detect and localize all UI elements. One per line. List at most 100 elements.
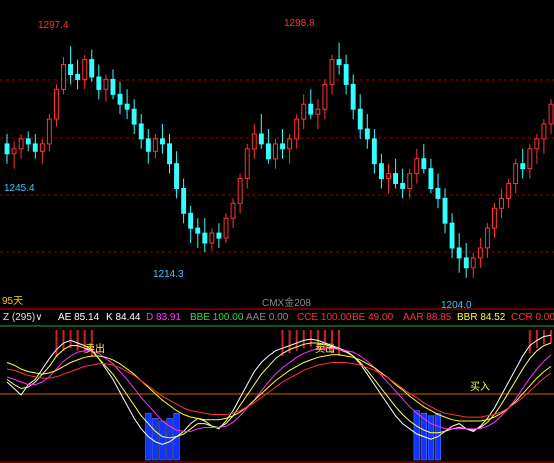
indicator-buy-bar: [413, 410, 420, 461]
indicator-legend-item: AE 85.14: [58, 312, 100, 323]
candle-body: [25, 138, 31, 145]
candle-body: [477, 247, 483, 259]
candle-body: [39, 143, 45, 152]
candle-body: [428, 168, 434, 189]
candle-body: [160, 138, 165, 145]
candle-body: [209, 232, 215, 244]
candle-body: [251, 133, 257, 150]
candle-body: [287, 138, 293, 150]
sell-signal-label: 卖出: [85, 342, 105, 355]
candle-body: [244, 148, 250, 180]
price-chart: 1297.4 1298.8 1245.4 1214.3 1204.0 95天 C…: [0, 18, 554, 463]
candle-body: [266, 143, 271, 160]
candle-body: [485, 227, 490, 249]
indicator-legend-item: BBR 84.52: [457, 312, 506, 323]
indicator-legend-item: AAE 0.00: [246, 312, 289, 323]
price-low-label: 1245.4: [4, 183, 35, 194]
candle-body: [152, 138, 158, 152]
candle-body: [11, 148, 17, 155]
candle-body: [350, 83, 356, 110]
candle-body: [548, 103, 554, 125]
candle-body: [463, 257, 469, 269]
candle-body: [117, 93, 123, 105]
candle-body: [18, 138, 24, 150]
candle-body: [89, 59, 95, 78]
candle-body: [371, 138, 377, 165]
candle-body: [527, 148, 533, 170]
candle-body: [61, 64, 66, 90]
candle-body: [54, 88, 59, 120]
indicator-legend-item: CCR 0.00: [511, 312, 554, 323]
candle-body: [456, 247, 462, 259]
candle-body: [174, 163, 180, 189]
price-low-label: 1214.3: [153, 269, 184, 280]
candle-body: [216, 232, 222, 239]
candle-body: [237, 178, 243, 204]
price-high-label: 1298.8: [284, 18, 315, 29]
candle-body: [131, 108, 137, 125]
candle-body: [414, 158, 420, 175]
candle-body: [82, 59, 88, 80]
candle-body: [506, 183, 512, 199]
candle-body: [145, 138, 151, 152]
candle-body: [202, 232, 208, 244]
candle-body: [329, 59, 335, 85]
price-grid: [0, 79, 554, 463]
candle-body: [124, 103, 130, 110]
candle-body: [110, 78, 116, 95]
period-label: 95天: [2, 296, 23, 307]
candle-body: [280, 143, 286, 150]
indicator-selector[interactable]: Z (295)∨: [3, 311, 43, 325]
candle-body: [273, 143, 278, 160]
candle-body: [188, 212, 194, 229]
candle-body: [449, 222, 455, 249]
candle-body: [167, 143, 173, 165]
indicator-buy-bar: [159, 420, 166, 461]
candle-body: [46, 118, 52, 145]
indicator-bars: [55, 330, 552, 461]
candle-body: [534, 138, 540, 150]
candle-body: [541, 123, 547, 140]
candle-body: [230, 202, 236, 219]
candle-body: [400, 183, 406, 189]
price-high-label: 1297.4: [38, 20, 69, 31]
candle-body: [75, 74, 81, 80]
candle-body: [386, 173, 392, 180]
candle-body: [315, 108, 321, 115]
sell-signal-label: 卖出: [315, 342, 335, 355]
price-low-label: 1204.0: [441, 300, 472, 311]
candle-body: [364, 128, 370, 140]
chevron-down-icon: ∨: [35, 312, 43, 323]
candle-body: [223, 217, 229, 239]
candle-body: [357, 108, 363, 130]
candlestick-series: [4, 42, 554, 278]
candle-body: [195, 227, 201, 234]
candle-body: [301, 103, 307, 120]
candle-body: [68, 64, 73, 75]
candle-body: [435, 188, 441, 199]
candle-body: [181, 188, 187, 214]
candle-body: [499, 197, 505, 209]
candle-body: [492, 207, 497, 229]
indicator-legend-item: K 84.44: [106, 312, 141, 323]
buy-signal-label: 买入: [470, 381, 490, 393]
candle-body: [96, 76, 102, 90]
candle-body: [308, 103, 314, 115]
candle-body: [421, 158, 427, 170]
indicator-buy-bar: [152, 418, 159, 461]
candle-body: [393, 173, 399, 185]
candle-body: [379, 163, 384, 180]
candle-body: [322, 83, 328, 110]
indicator-legend-item: CCE 100.00: [297, 312, 352, 323]
candle-body: [103, 78, 109, 90]
candle-body: [520, 163, 526, 170]
candle-body: [513, 163, 519, 184]
indicator-legend-item: AAR 88.85: [403, 312, 452, 323]
indicator-legend-item: BBE 100.00: [190, 312, 244, 323]
indicator-legend: Z (295)∨ AE 85.14 K 84.44 D 83.91 BBE 100.0…: [0, 311, 554, 325]
candle-body: [138, 123, 144, 140]
indicator-selector-label: Z (295): [3, 312, 36, 323]
symbol-label: CMX金208: [262, 296, 311, 309]
candle-body: [336, 59, 342, 66]
candle-body: [442, 197, 448, 224]
